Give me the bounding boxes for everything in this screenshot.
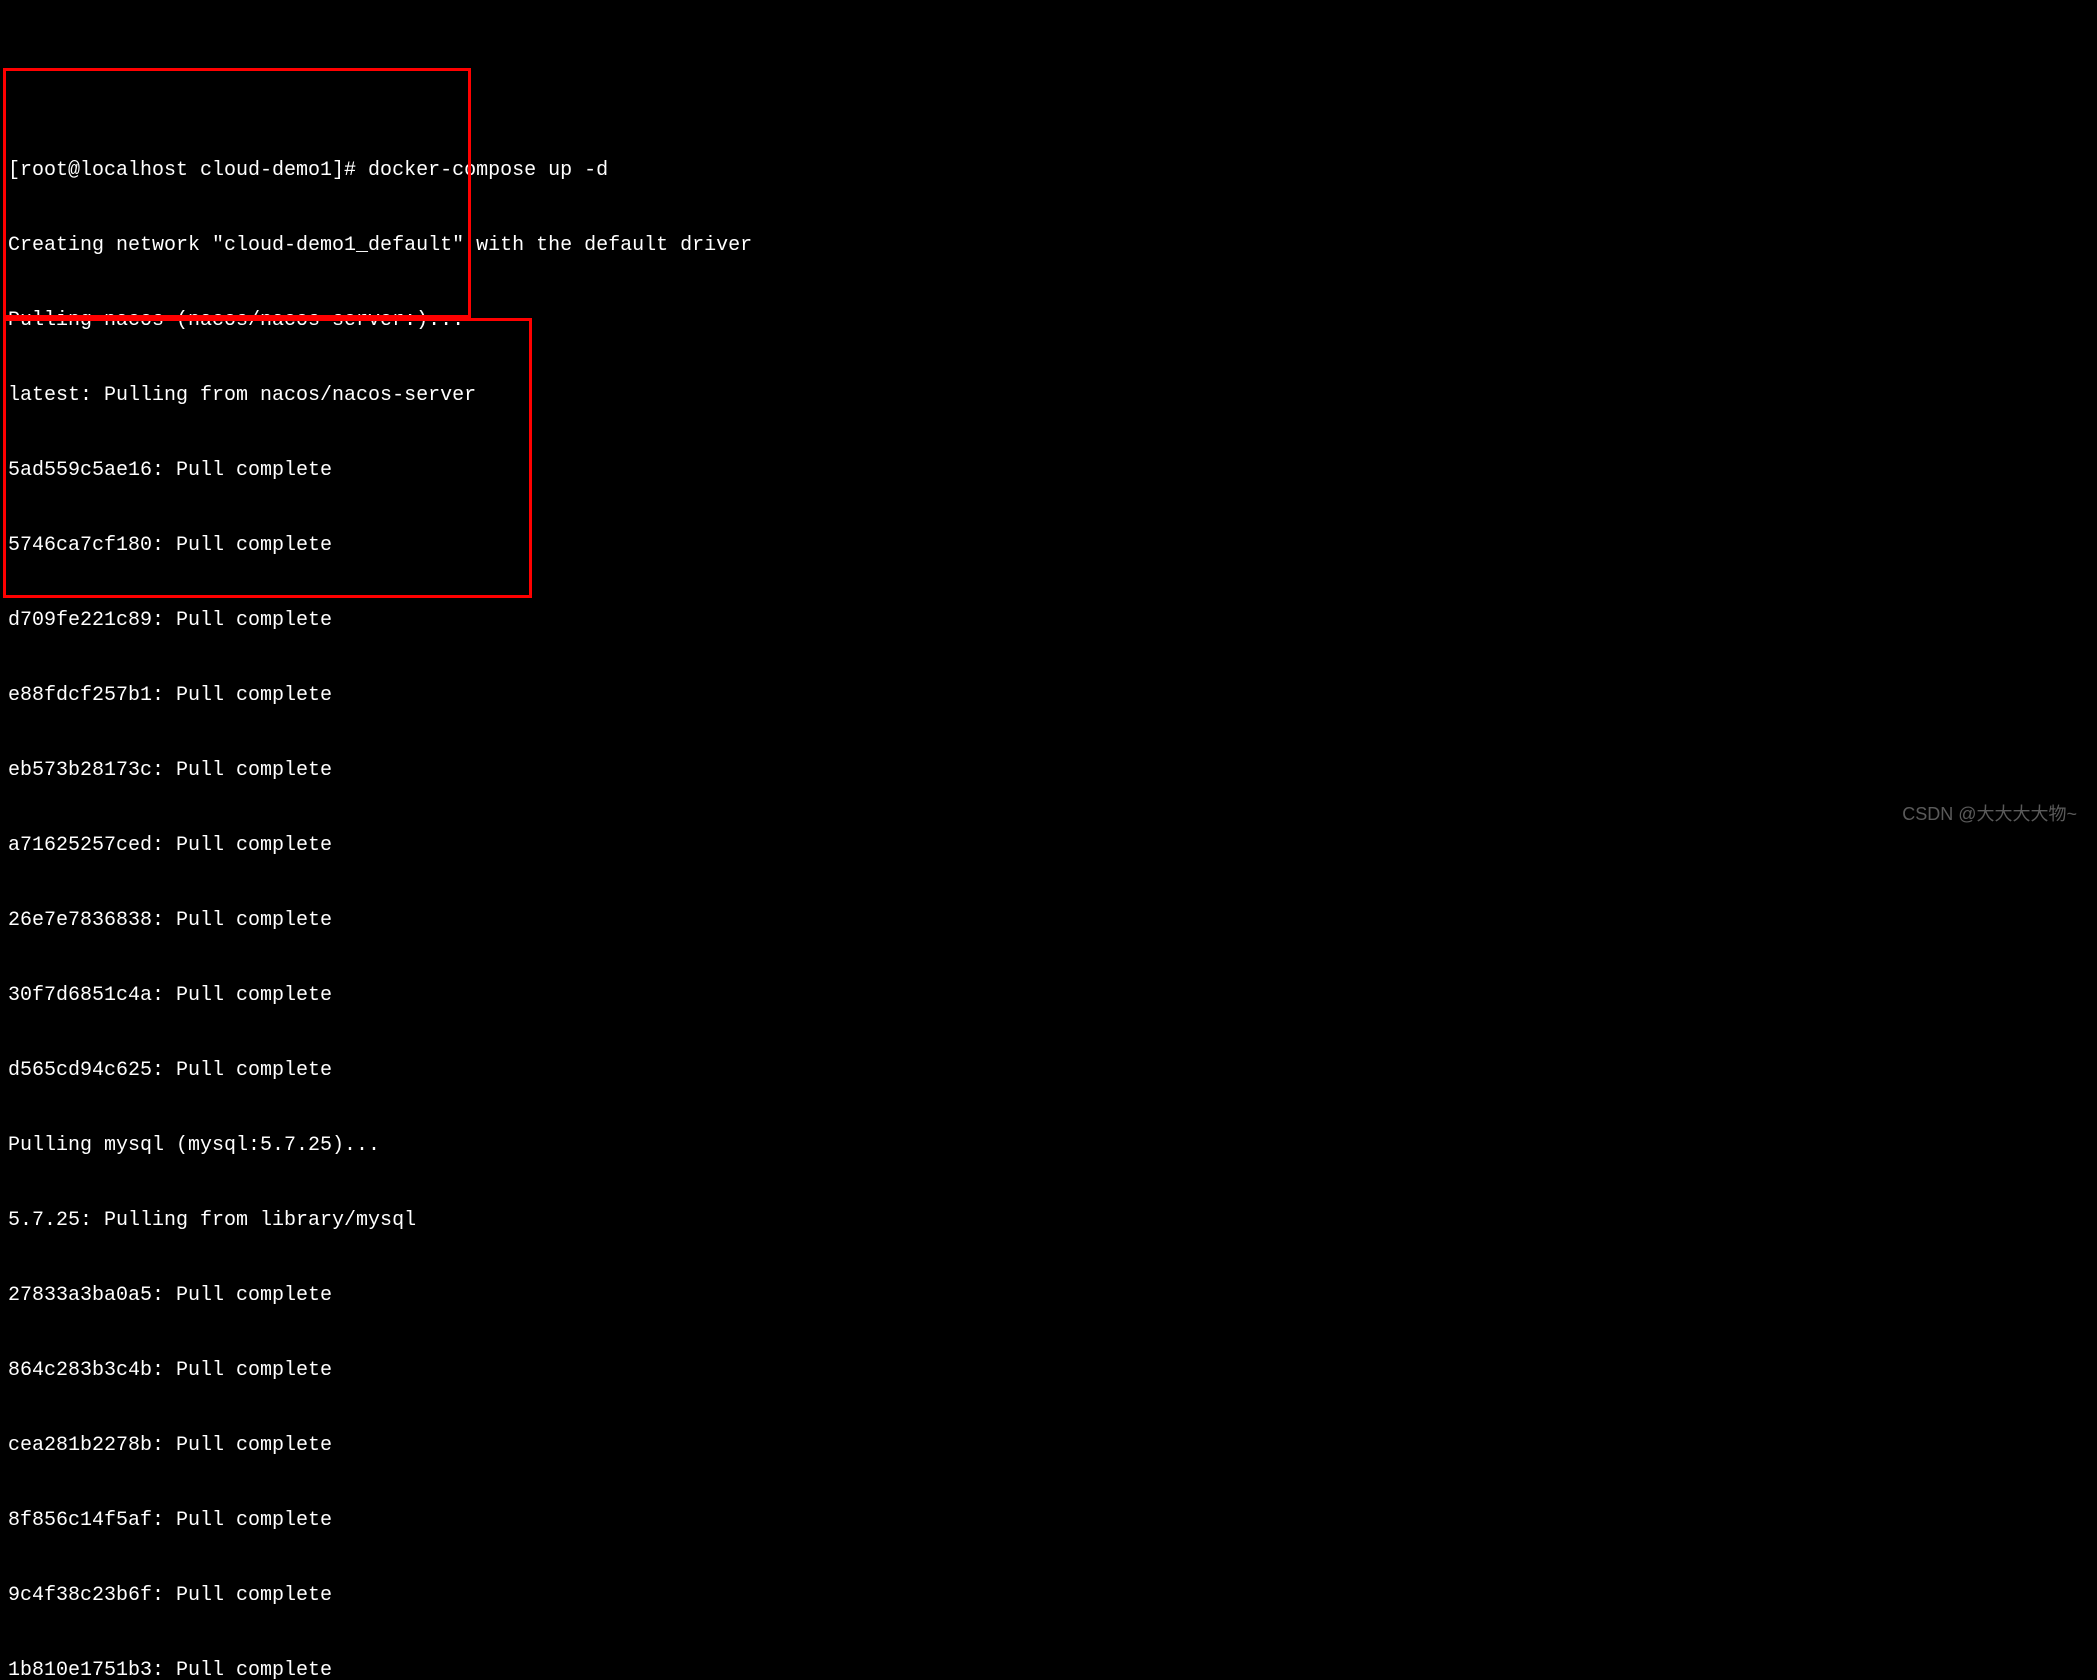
output-line: 5ad559c5ae16: Pull complete (8, 458, 2097, 483)
output-line: e88fdcf257b1: Pull complete (8, 683, 2097, 708)
output-line: 27833a3ba0a5: Pull complete (8, 1283, 2097, 1308)
output-line: 30f7d6851c4a: Pull complete (8, 983, 2097, 1008)
output-line: 864c283b3c4b: Pull complete (8, 1358, 2097, 1383)
terminal-output: [root@localhost cloud-demo1]# docker-com… (0, 100, 2097, 1680)
output-line: 1b810e1751b3: Pull complete (8, 1658, 2097, 1680)
watermark-text: CSDN @大大大大物~ (1902, 803, 2077, 826)
output-line: eb573b28173c: Pull complete (8, 758, 2097, 783)
output-line: 9c4f38c23b6f: Pull complete (8, 1583, 2097, 1608)
output-line: 8f856c14f5af: Pull complete (8, 1508, 2097, 1533)
output-line: 5.7.25: Pulling from library/mysql (8, 1208, 2097, 1233)
output-line: a71625257ced: Pull complete (8, 833, 2097, 858)
output-line: d565cd94c625: Pull complete (8, 1058, 2097, 1083)
output-line: Creating network "cloud-demo1_default" w… (8, 233, 2097, 258)
output-line: cea281b2278b: Pull complete (8, 1433, 2097, 1458)
output-line: Pulling mysql (mysql:5.7.25)... (8, 1133, 2097, 1158)
prompt-line: [root@localhost cloud-demo1]# docker-com… (8, 158, 2097, 183)
output-line: Pulling nacos (nacos/nacos-server:)... (8, 308, 2097, 333)
output-line: latest: Pulling from nacos/nacos-server (8, 383, 2097, 408)
output-line: 26e7e7836838: Pull complete (8, 908, 2097, 933)
output-line: 5746ca7cf180: Pull complete (8, 533, 2097, 558)
output-line: d709fe221c89: Pull complete (8, 608, 2097, 633)
